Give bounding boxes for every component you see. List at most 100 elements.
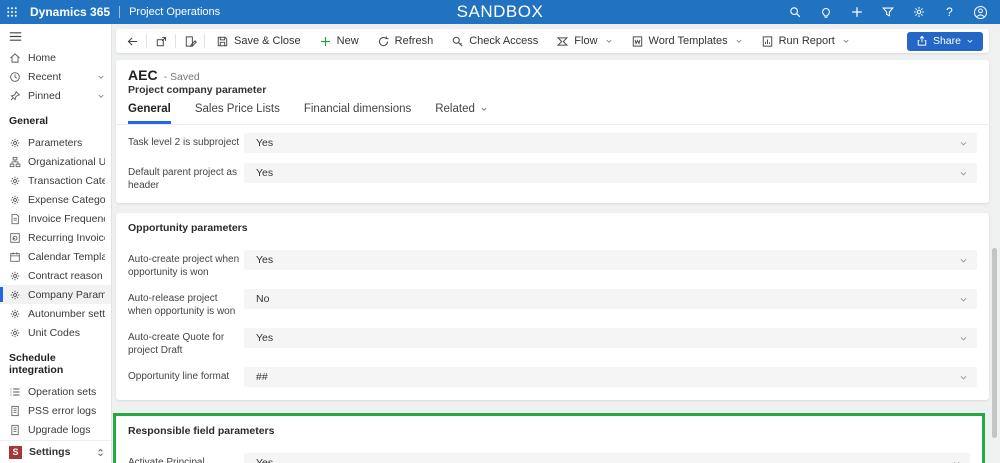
help-icon[interactable]: ? xyxy=(942,5,957,20)
log-document-icon xyxy=(9,424,21,436)
sidebar-item-expense-categories[interactable]: Expense Categories xyxy=(0,190,111,209)
chevron-down-icon xyxy=(959,256,968,265)
sidebar-group-schedule-integration: Schedule integration xyxy=(9,352,64,376)
sidebar-item-upgrade-logs[interactable]: Upgrade logs xyxy=(0,420,111,439)
chevron-down-icon xyxy=(952,459,961,463)
calendar-icon xyxy=(9,251,21,263)
back-button[interactable] xyxy=(120,31,144,51)
field-row: Task level 2 is subproject Yes xyxy=(116,129,989,159)
sidebar-item-recent[interactable]: Recent xyxy=(0,67,111,86)
sidebar-item-calendar-templates[interactable]: Calendar Templates xyxy=(0,247,111,266)
command-bar: Save & Close New Refresh Check Access Fl… xyxy=(116,29,989,53)
sidebar-item-label: Recent xyxy=(28,70,62,83)
settings-label: Settings xyxy=(29,446,71,458)
search-icon[interactable] xyxy=(787,5,802,20)
tab-related[interactable]: Related xyxy=(435,103,488,124)
commandbar-divider xyxy=(146,34,147,48)
highlight-box: Responsible field parameters Activate Pr… xyxy=(113,413,985,463)
sidebar-item-autonumber-settings[interactable]: Autonumber settings xyxy=(0,304,111,323)
tab-sales-price-lists[interactable]: Sales Price Lists xyxy=(195,103,280,124)
field-label: Default parent project as header xyxy=(128,167,237,191)
share-button[interactable]: Share xyxy=(906,31,983,51)
share-label: Share xyxy=(932,35,961,47)
scrolled-section-fields: Task level 2 is subproject Yes Default p… xyxy=(116,125,989,203)
refresh-button[interactable]: Refresh xyxy=(368,31,443,51)
chevron-down-icon xyxy=(966,37,974,45)
new-button[interactable]: New xyxy=(310,31,368,51)
field-value: Yes xyxy=(256,332,274,344)
sidebar-item-unit-codes[interactable]: Unit Codes xyxy=(0,323,111,342)
plus-icon[interactable] xyxy=(849,5,864,20)
save-close-button[interactable]: Save & Close xyxy=(207,31,310,51)
account-person-icon[interactable] xyxy=(973,5,988,20)
tab-label: Sales Price Lists xyxy=(194,103,280,115)
field-label: Auto-release project when opportunity is… xyxy=(128,293,236,317)
filter-icon[interactable] xyxy=(880,5,895,20)
sidebar-item-label: Contract reason codes xyxy=(28,269,105,282)
run-report-label: Run Report xyxy=(778,35,835,47)
gear-icon[interactable] xyxy=(911,5,926,20)
tab-general[interactable]: General xyxy=(128,103,171,124)
sidebar-item-parameters[interactable]: Parameters xyxy=(0,133,111,152)
check-access-button[interactable]: Check Access xyxy=(442,31,547,51)
settings-area-badge: S xyxy=(9,445,22,459)
maximize-icon[interactable] xyxy=(149,31,173,51)
field-row: Auto-create project when opportunity is … xyxy=(116,246,989,285)
chevron-down-icon[interactable] xyxy=(97,92,105,100)
save-icon xyxy=(216,35,229,48)
field-autorelease-project-won[interactable]: No xyxy=(244,289,977,309)
field-default-parent-project-header[interactable]: Yes xyxy=(244,163,977,183)
sidebar-item-home[interactable]: Home xyxy=(0,48,111,67)
app-launcher-waffle-icon[interactable] xyxy=(0,0,24,24)
main-content: Save & Close New Refresh Check Access Fl… xyxy=(112,24,1000,463)
top-navigation-bar: Dynamics 365 Project Operations SANDBOX … xyxy=(0,0,1000,24)
sidebar-item-recurring-invoice-setup[interactable]: Recurring Invoice Set... xyxy=(0,228,111,247)
field-activate-principal[interactable]: Yes xyxy=(244,453,970,463)
section-opportunity-parameters: Opportunity parameters Auto-create proje… xyxy=(116,213,989,400)
chevron-down-icon xyxy=(959,334,968,343)
lightbulb-icon[interactable] xyxy=(818,5,833,20)
sidebar-item-label: Parameters xyxy=(28,136,83,149)
field-autocreate-project-won[interactable]: Yes xyxy=(244,250,977,270)
form-editor-icon[interactable] xyxy=(178,31,202,51)
record-header-card: AEC - Saved Project company parameter Ge… xyxy=(116,60,989,203)
sidebar-item-transaction-categories[interactable]: Transaction Categories xyxy=(0,171,111,190)
sidebar-item-operation-sets[interactable]: Operation sets xyxy=(0,382,111,401)
sidebar-item-company-parameters[interactable]: Company Parameters xyxy=(0,285,111,304)
new-label: New xyxy=(336,35,359,47)
clock-icon xyxy=(9,71,21,83)
app-name[interactable]: Project Operations xyxy=(129,6,220,18)
word-templates-label: Word Templates xyxy=(648,35,728,47)
gear-icon xyxy=(9,289,21,301)
field-value: ## xyxy=(256,371,268,383)
chevron-down-icon xyxy=(605,37,613,45)
gear-icon xyxy=(9,175,21,187)
sidebar-item-label: Calendar Templates xyxy=(28,250,105,263)
tab-label: Related xyxy=(435,103,475,115)
sidebar-item-contract-reason-codes[interactable]: Contract reason codes xyxy=(0,266,111,285)
commandbar-divider xyxy=(204,34,205,48)
sidebar-item-label: Autonumber settings xyxy=(28,307,105,320)
section-title: Responsible field parameters xyxy=(128,425,275,437)
dynamics-brand[interactable]: Dynamics 365 xyxy=(30,5,110,19)
chevron-down-icon[interactable] xyxy=(97,73,105,81)
area-switcher-settings[interactable]: S Settings xyxy=(0,440,111,463)
field-opportunity-line-format[interactable]: ## xyxy=(244,367,977,387)
field-autocreate-quote-draft[interactable]: Yes xyxy=(244,328,977,348)
log-document-icon xyxy=(9,405,21,417)
field-task-level2-subproject[interactable]: Yes xyxy=(244,133,977,153)
sidebar-item-pss-error-logs[interactable]: PSS error logs xyxy=(0,401,111,420)
sidebar-item-invoice-frequencies[interactable]: Invoice Frequencies xyxy=(0,209,111,228)
site-map-sidebar: Home Recent Pinned General Parameters Or… xyxy=(0,24,112,463)
tab-financial-dimensions[interactable]: Financial dimensions xyxy=(304,103,411,124)
sidebar-item-pinned[interactable]: Pinned xyxy=(0,86,111,105)
chevron-down-icon xyxy=(735,37,743,45)
field-value: Yes xyxy=(256,137,274,149)
collapse-menu-icon[interactable] xyxy=(0,24,111,48)
flow-button[interactable]: Flow xyxy=(547,31,621,51)
word-templates-button[interactable]: Word Templates xyxy=(622,31,752,51)
run-report-button[interactable]: Run Report xyxy=(752,31,859,51)
vertical-scrollbar[interactable] xyxy=(992,248,997,438)
sidebar-item-organizational-units[interactable]: Organizational Units xyxy=(0,152,111,171)
sidebar-item-label: Organizational Units xyxy=(28,155,105,168)
